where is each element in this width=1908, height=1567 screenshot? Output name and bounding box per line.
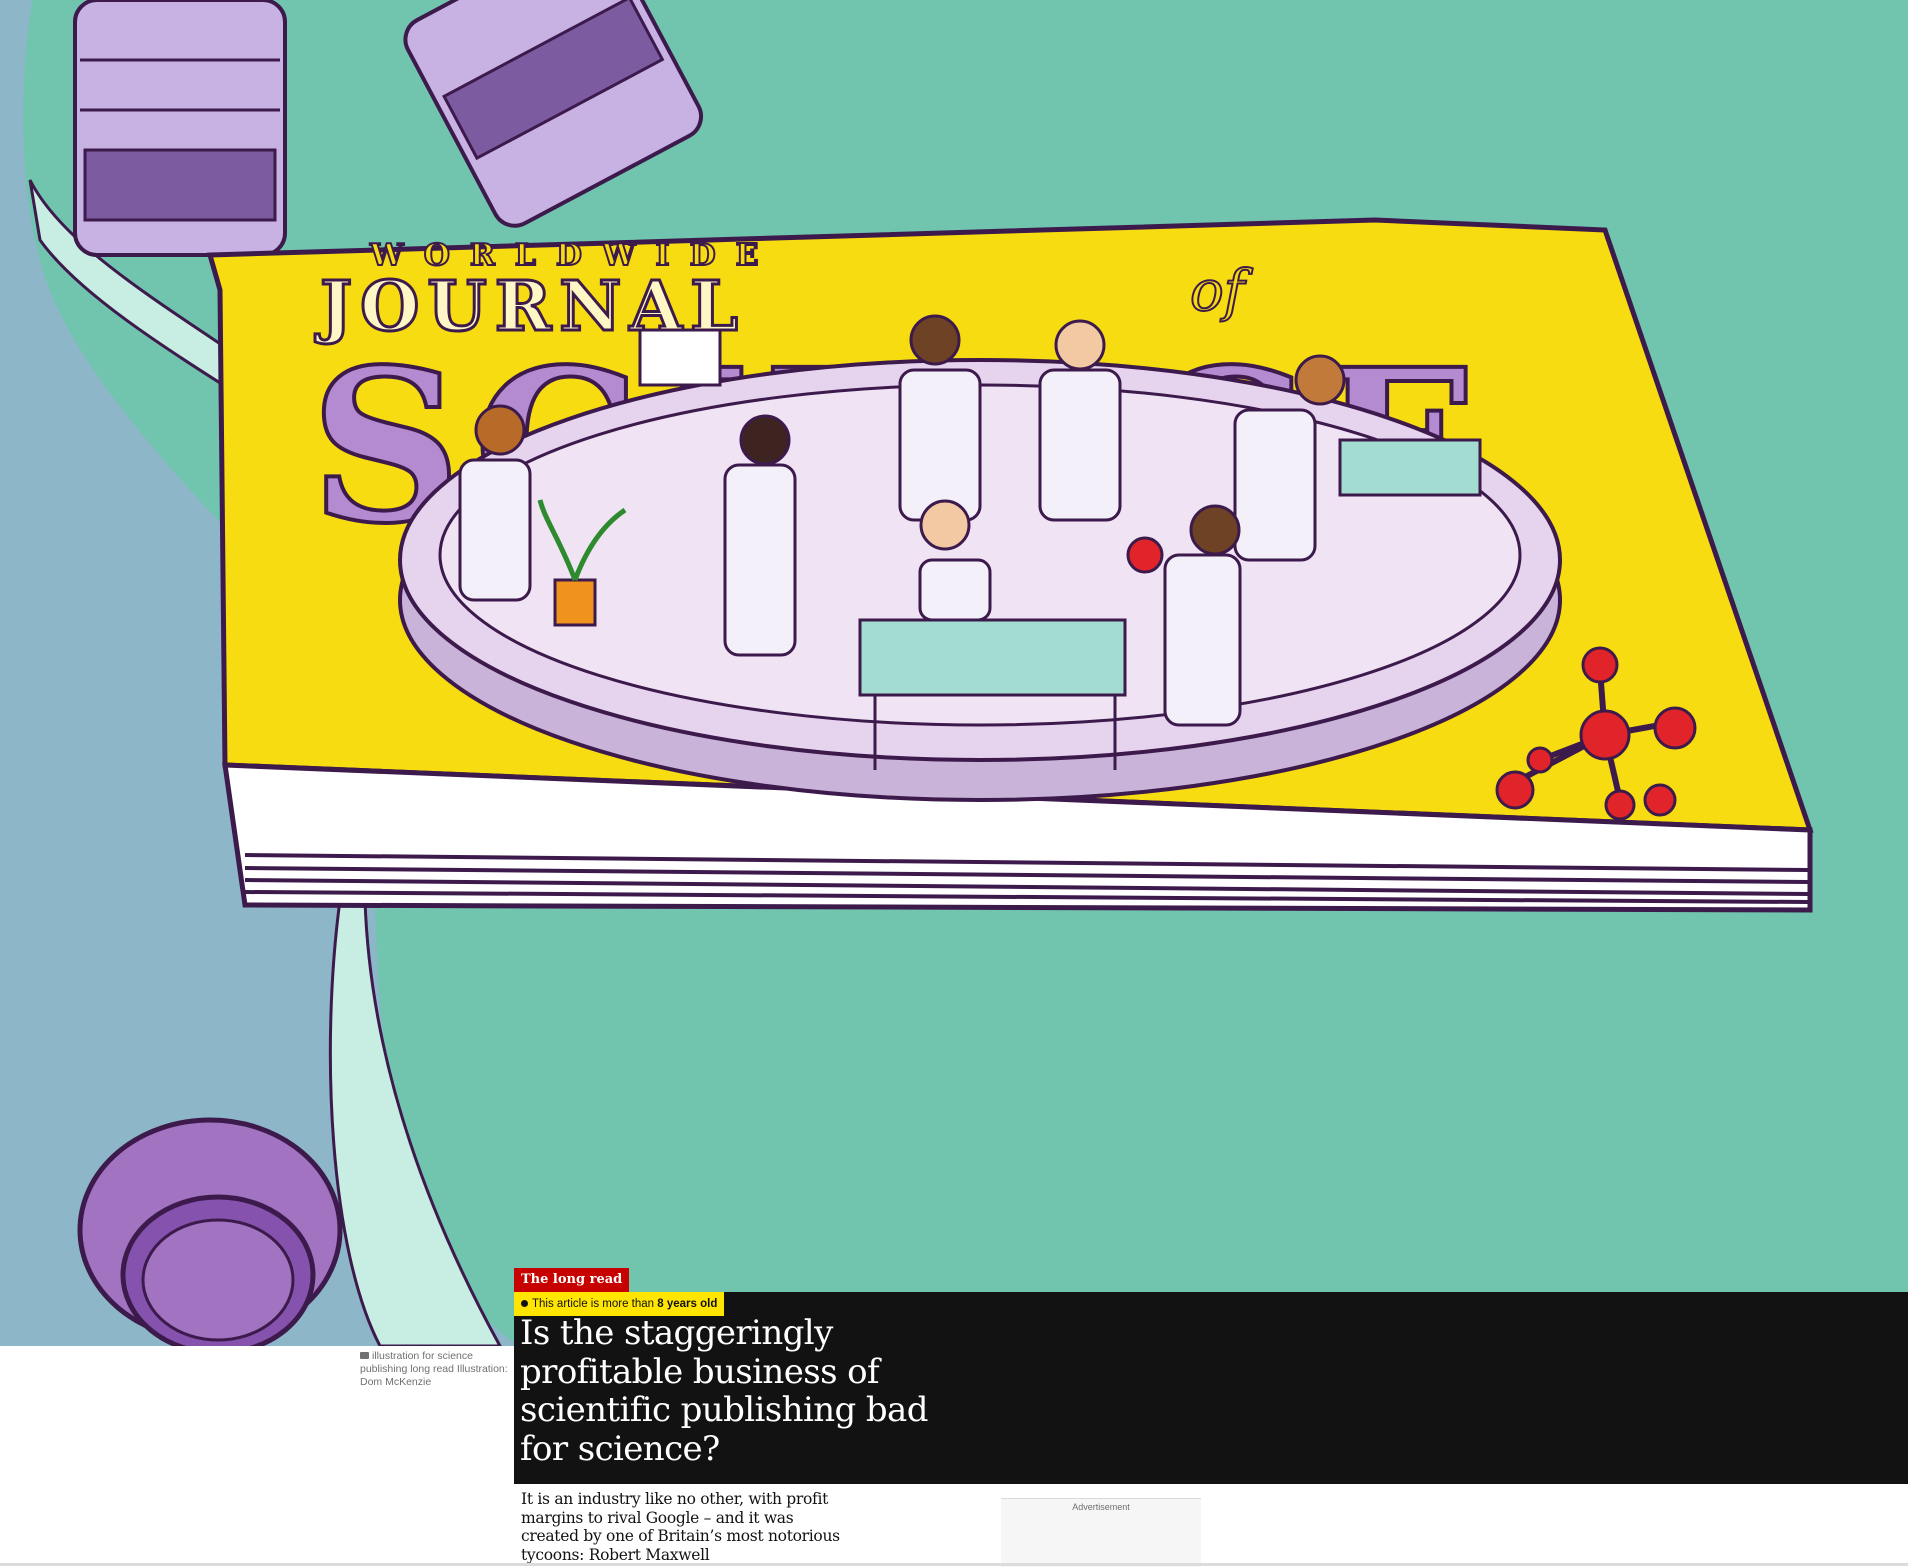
clock-icon — [521, 1300, 528, 1307]
microscope-objectives — [73, 0, 704, 257]
advertisement-slot[interactable]: Advertisement — [1001, 1498, 1201, 1567]
series-kicker-label[interactable]: The long read — [514, 1268, 630, 1292]
age-notice-prefix: This article is more than — [532, 1298, 655, 1310]
advertisement-label: Advertisement — [1072, 1502, 1130, 1512]
article-age-badge: This article is more than 8 years old — [514, 1292, 725, 1316]
image-caption: illustration for science publishing long… — [360, 1350, 510, 1389]
camera-icon — [360, 1352, 369, 1359]
article-standfirst: It is an industry like no other, with pr… — [521, 1490, 840, 1564]
age-notice-value: 8 years old — [657, 1298, 718, 1310]
image-caption-text: illustration for science publishing long… — [360, 1350, 508, 1388]
magazine-lettering-of: of — [1190, 259, 1254, 324]
article-headline: Is the staggeringly profitable business … — [520, 1313, 929, 1469]
hero-illustration: WORLDWIDE JOURNAL of SCIENCE — [0, 0, 1908, 1346]
